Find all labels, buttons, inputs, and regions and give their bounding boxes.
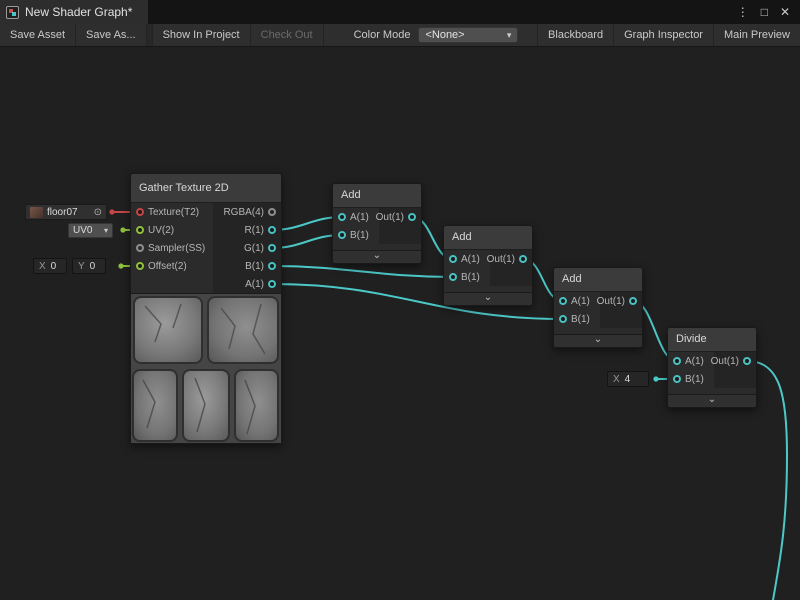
output-label: Out(1) [597, 296, 625, 307]
chevron-down-icon: ▾ [507, 30, 512, 41]
input-port-b[interactable] [449, 273, 457, 281]
output-port-g[interactable] [268, 244, 276, 252]
input-port-b[interactable] [673, 375, 681, 383]
input-port-a[interactable] [449, 255, 457, 263]
input-label: A(1) [685, 356, 704, 367]
output-label: A(1) [245, 279, 264, 290]
input-label: Offset(2) [148, 261, 187, 272]
input-port-b[interactable] [559, 315, 567, 323]
input-port-texture[interactable] [136, 208, 144, 216]
output-label: R(1) [245, 225, 264, 236]
output-port-r[interactable] [268, 226, 276, 234]
main-preview-button[interactable]: Main Preview [713, 24, 800, 46]
node-divide[interactable]: Divide A(1) B(1) Out(1) ⌄ [667, 327, 757, 408]
output-port-out[interactable] [519, 255, 527, 263]
texture-thumbnail [30, 207, 43, 218]
graph-canvas[interactable] [0, 47, 800, 600]
input-port-uv[interactable] [136, 226, 144, 234]
color-mode-dropdown[interactable]: <None> ▾ [418, 27, 518, 43]
output-label: B(1) [245, 261, 264, 272]
node-add-3[interactable]: Add A(1) B(1) Out(1) ⌄ [553, 267, 643, 348]
uv-channel-dropdown[interactable]: UV0 ▾ [68, 223, 113, 238]
window-titlebar: New Shader Graph* ⋮ □ ✕ [0, 0, 800, 24]
blackboard-button[interactable]: Blackboard [537, 24, 613, 46]
preview-collapse-toggle[interactable]: ⌄ [333, 250, 421, 263]
input-label: B(1) [685, 374, 704, 385]
node-title: Add [333, 184, 421, 208]
offset-y-value: 0 [90, 261, 96, 272]
close-icon[interactable]: ✕ [780, 5, 790, 19]
input-label: B(1) [350, 230, 369, 241]
preview-collapse-toggle[interactable]: ⌄ [554, 334, 642, 347]
object-picker-icon[interactable]: ⊙ [94, 207, 102, 218]
tab-title: New Shader Graph* [25, 5, 132, 19]
output-label: Out(1) [487, 254, 515, 265]
divide-b-value: 4 [625, 374, 631, 385]
input-port-a[interactable] [673, 357, 681, 365]
output-port-out[interactable] [408, 213, 416, 221]
output-label: G(1) [244, 243, 264, 254]
output-label: RGBA(4) [223, 207, 264, 218]
save-as-button[interactable]: Save As... [76, 24, 147, 46]
divide-b-field[interactable]: X 4 [607, 371, 649, 387]
input-label: UV(2) [148, 225, 174, 236]
toolbar: Save Asset Save As... Show In Project Ch… [0, 24, 800, 47]
node-title: Add [444, 226, 532, 250]
node-title: Add [554, 268, 642, 292]
output-port-out[interactable] [629, 297, 637, 305]
check-out-button: Check Out [251, 24, 324, 46]
input-port-offset[interactable] [136, 262, 144, 270]
input-port-sampler[interactable] [136, 244, 144, 252]
texture-preview [131, 293, 281, 443]
node-title: Divide [668, 328, 756, 352]
input-port-a[interactable] [338, 213, 346, 221]
show-in-project-button[interactable]: Show In Project [153, 24, 251, 46]
output-port-rgba[interactable] [268, 208, 276, 216]
output-port-out[interactable] [743, 357, 751, 365]
node-add-1[interactable]: Add A(1) B(1) Out(1) ⌄ [332, 183, 422, 264]
window-menu-icon[interactable]: ⋮ [737, 5, 749, 19]
tab-new-shader-graph[interactable]: New Shader Graph* [0, 0, 148, 24]
color-mode-value: <None> [425, 29, 464, 41]
graph-inspector-button[interactable]: Graph Inspector [613, 24, 713, 46]
preview-collapse-toggle[interactable]: ⌄ [668, 394, 756, 407]
node-add-2[interactable]: Add A(1) B(1) Out(1) ⌄ [443, 225, 533, 306]
input-label: A(1) [571, 296, 590, 307]
input-label: B(1) [461, 272, 480, 283]
input-label: B(1) [571, 314, 590, 325]
maximize-icon[interactable]: □ [761, 5, 768, 19]
input-label: Texture(T2) [148, 207, 199, 218]
offset-x-label: X [39, 261, 46, 272]
texture-field-value: floor07 [47, 207, 78, 218]
offset-x-value: 0 [51, 261, 57, 272]
node-gather-texture-2d[interactable]: Gather Texture 2D Texture(T2) UV(2) Samp… [130, 173, 282, 444]
texture-object-field[interactable]: floor07 ⊙ [25, 204, 107, 220]
input-label: Sampler(SS) [148, 243, 205, 254]
divide-b-label: X [613, 374, 620, 385]
uv-dropdown-value: UV0 [73, 225, 92, 236]
chevron-down-icon: ▾ [104, 226, 108, 235]
output-port-a[interactable] [268, 280, 276, 288]
color-mode-label: Color Mode [324, 24, 419, 46]
output-label: Out(1) [711, 356, 739, 367]
preview-collapse-toggle[interactable]: ⌄ [444, 292, 532, 305]
shader-graph-icon [6, 6, 19, 19]
output-label: Out(1) [376, 212, 404, 223]
input-label: A(1) [350, 212, 369, 223]
input-port-a[interactable] [559, 297, 567, 305]
output-port-b[interactable] [268, 262, 276, 270]
offset-y-label: Y [78, 261, 85, 272]
offset-x-field[interactable]: X 0 [33, 258, 67, 274]
node-title: Gather Texture 2D [131, 174, 281, 203]
save-asset-button[interactable]: Save Asset [0, 24, 76, 46]
input-label: A(1) [461, 254, 480, 265]
offset-y-field[interactable]: Y 0 [72, 258, 106, 274]
input-port-b[interactable] [338, 231, 346, 239]
